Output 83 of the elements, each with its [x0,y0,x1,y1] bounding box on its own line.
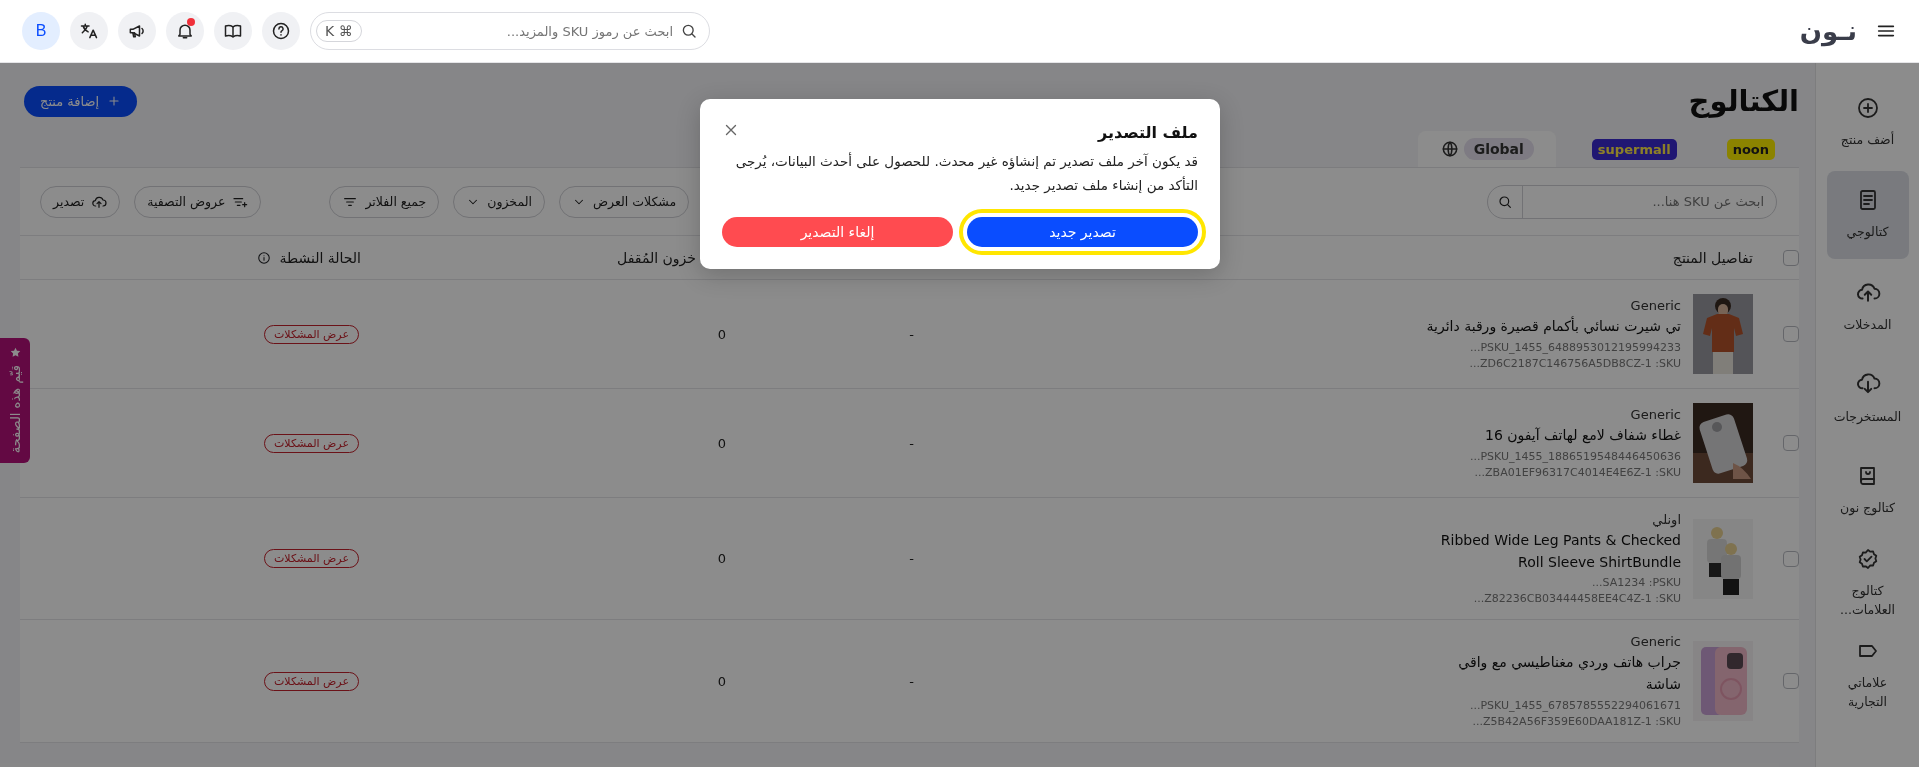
sidebar-label: كتالوج نون [1839,499,1896,518]
store-tab[interactable]: noon [1712,131,1789,167]
brand-name: Generic [1630,407,1681,423]
star-icon [8,346,22,359]
sidebar-label: كتالوج العلامات... [1839,581,1896,619]
sidebar-label: علاماتي التجارية [1846,673,1889,711]
product-name[interactable]: جراب هاتف وردي مغناطيسي مع واقي شاشة [1419,652,1681,696]
issues-link[interactable]: عرض المشكلات [264,549,359,569]
language-button[interactable] [70,12,108,50]
sidebar-label: كتالوجي [1845,223,1890,242]
table-cell: 0 [717,435,726,451]
row-checkbox[interactable] [1783,550,1799,567]
table-cell: - [909,551,914,567]
psku-code: ...SA1234 :PSKU [1592,576,1681,590]
sidebar-item[interactable]: علاماتي التجارية [1826,631,1909,719]
guide-button[interactable] [214,12,252,50]
row-checkbox[interactable] [1783,673,1799,690]
brand-name: اونلي [1652,512,1681,527]
sku-code: ...Z82236CB03444458EE4C4Z-1 :SKU [1473,592,1681,606]
table-cell: - [909,435,914,451]
psku-code: ...PSKU_1455_6785785552294061671 [1469,698,1681,712]
toolbar-button[interactable]: عروض التصفية [134,185,262,218]
filter-button[interactable]: جميع الفلاتر [329,185,440,218]
table-cell: - [909,673,914,689]
product-name[interactable]: غطاء شفاف لامع لهاتف آيفون 16 [1485,425,1681,447]
issues-link[interactable]: عرض المشكلات [264,324,359,344]
plus-icon [107,94,122,108]
add-product-button[interactable]: إضافة منتج [24,85,138,117]
store-logo: noon [1726,138,1775,160]
translate-icon [79,21,99,41]
search-icon [680,22,698,40]
table-cell: 0 [717,673,726,689]
brand-logo[interactable]: نـون [1799,16,1857,46]
sidebar-item[interactable]: كتالوج نون [1826,447,1909,535]
info-icon [257,250,272,265]
user-avatar[interactable]: B [22,12,60,50]
search-icon [1496,193,1513,210]
feedback-tab[interactable]: قيّم هذه الصفحة [0,338,30,464]
dialog-message: قد يكون آخر ملف تصدير تم إنشاؤه غير محدث. للحصول على أحدث البيانات، يُرجى التأكد من إنشاء ملف تصدير جديد. [734,151,1198,196]
table-cell: 0 [717,326,726,342]
column-header: تفاصيل المنتج [1672,249,1753,266]
row-checkbox[interactable] [1783,435,1799,451]
sidebar-label: المدخلات [1842,316,1893,335]
select-all-checkbox[interactable] [1783,249,1799,266]
store-logo: Global [1463,138,1534,160]
cancel-export-button[interactable]: إلغاء التصدير [722,217,953,248]
store-tab[interactable]: Global [1417,131,1556,167]
table-cell: - [909,326,914,342]
issues-link[interactable]: عرض المشكلات [264,433,359,453]
filter-button[interactable]: مشكلات العرض [558,185,690,218]
sku-code: ...ZBA01EF96317C4014E4E6Z-1 :SKU [1474,465,1681,479]
column-header: الحالة النشطة [279,249,361,266]
sidebar-item[interactable]: كتالوج العلامات... [1826,539,1909,627]
table-cell: 0 [717,551,726,567]
sku-code: ...Z5B42A56F359E60DAA181Z-1 :SKU [1472,714,1681,728]
help-button[interactable] [262,12,300,50]
row-checkbox[interactable] [1783,326,1799,342]
brand-name: Generic [1630,634,1681,650]
announcements-button[interactable] [118,12,156,50]
sidebar-item[interactable]: المدخلات [1826,263,1909,351]
psku-code: ...PSKU_1455_6488953012195994233 [1469,340,1681,354]
store-logo: supermall [1591,138,1677,160]
sku-search-field[interactable]: ابحث عن SKU هنا... [1487,184,1777,219]
product-name[interactable]: Ribbed Wide Leg Pants & Checked Roll Sleeve ShirtBundle [1419,530,1681,574]
sidebar-item[interactable]: أضف منتج [1826,79,1909,167]
page-title: الكتالوج [1688,84,1799,118]
filter-button[interactable]: المخزون [453,185,545,218]
column-header: خزون المُقفل [617,249,696,266]
sidebar-item[interactable]: كتالوجي [1826,171,1909,259]
dialog-title: ملف التصدير [1097,123,1198,142]
sidebar-label: أضف منتج [1839,130,1896,150]
psku-code: ...PSKU_1455_1886519548446450636 [1469,449,1681,463]
help-icon [271,21,291,41]
product-name[interactable]: تي شيرت نسائي بأكمام قصيرة ورقبة دائرية [1426,316,1681,338]
store-tab[interactable]: supermall [1577,131,1691,167]
issues-link[interactable]: عرض المشكلات [264,671,359,691]
notifications-button[interactable] [166,12,204,50]
brand-name: Generic [1630,298,1681,314]
toolbar-button[interactable]: تصدير [40,185,121,218]
sidebar-item[interactable]: المستخرجات [1826,355,1909,443]
sku-code: ...ZD6C2187C146756A5DB8CZ-1 :SKU [1469,356,1681,370]
plus-circle-icon [1855,96,1880,121]
sidebar-label: المستخرجات [1832,408,1903,427]
